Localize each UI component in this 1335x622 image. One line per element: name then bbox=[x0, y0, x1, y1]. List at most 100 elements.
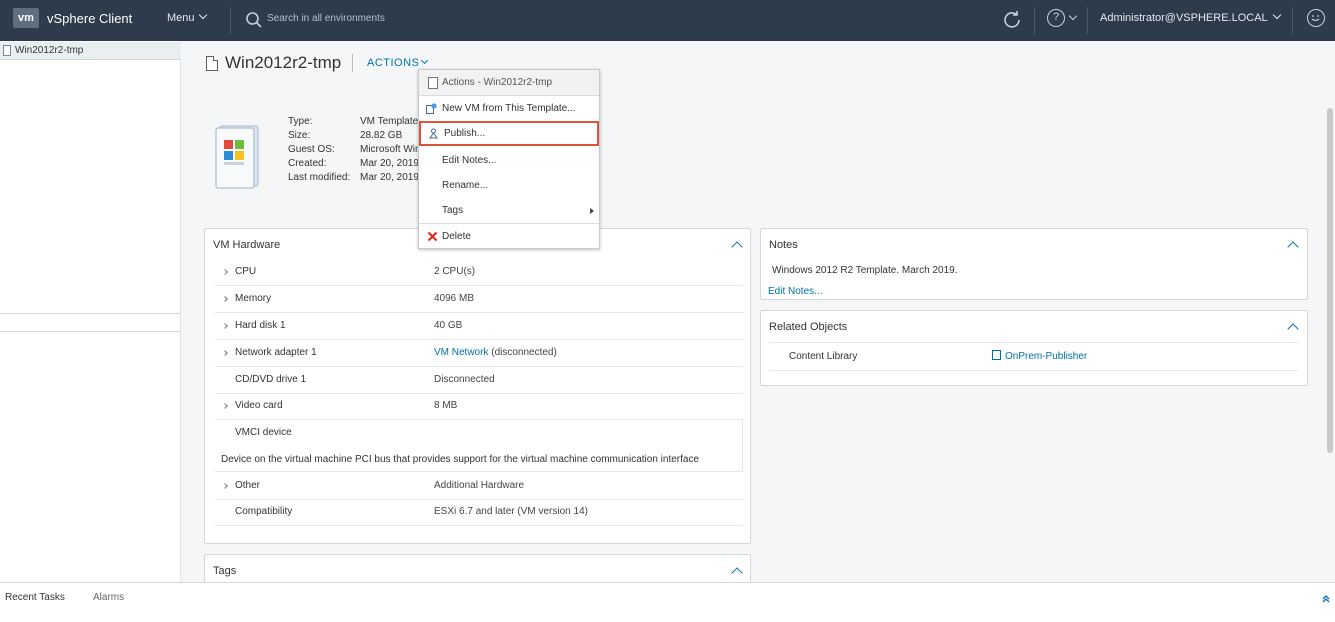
delete-x-icon bbox=[427, 231, 438, 242]
expand-up-icon[interactable] bbox=[1322, 595, 1330, 603]
user-name: Administrator@VSPHERE.LOCAL bbox=[1100, 12, 1268, 24]
app-title[interactable]: vSphere Client bbox=[47, 11, 132, 26]
hardware-row[interactable]: Network adapter 1 VM Network (disconnecte… bbox=[215, 340, 743, 367]
submenu-arrow-icon bbox=[590, 208, 594, 214]
vmci-description: Device on the virtual machine PCI bus th… bbox=[221, 454, 700, 465]
hardware-row[interactable]: Memory 4096 MB bbox=[215, 286, 743, 313]
panel-title: Tags bbox=[213, 565, 237, 577]
summary-label: Created: bbox=[288, 158, 327, 169]
search-input[interactable]: Search in all environments bbox=[267, 13, 385, 24]
header-divider bbox=[1087, 7, 1088, 34]
related-objects-panel: Related Objects Content Library OnPrem-P… bbox=[760, 310, 1308, 386]
help-icon[interactable]: ? bbox=[1047, 9, 1065, 27]
menu-item-label: Edit Notes... bbox=[442, 155, 497, 166]
summary-label: Size: bbox=[288, 130, 311, 141]
menu-item-rename[interactable]: Rename... bbox=[419, 173, 599, 198]
nav-item-template[interactable]: Win2012r2-tmp bbox=[0, 42, 181, 59]
vm-logo: vm bbox=[13, 8, 39, 28]
header-divider bbox=[230, 7, 231, 34]
nav-item-label: Win2012r2-tmp bbox=[15, 45, 84, 56]
actions-label: ACTIONS bbox=[367, 57, 420, 69]
hardware-row[interactable]: Hard disk 1 40 GB bbox=[215, 313, 743, 340]
actions-dropdown-menu: Actions - Win2012r2-tmp New VM from This… bbox=[418, 69, 600, 249]
menu-button[interactable]: Menu bbox=[167, 10, 207, 24]
user-menu[interactable]: Administrator@VSPHERE.LOCAL bbox=[1100, 10, 1281, 24]
inventory-navigator: Win2012r2-tmp bbox=[0, 41, 181, 582]
menu-label: Menu bbox=[167, 12, 195, 24]
menu-item-label: Publish... bbox=[444, 128, 486, 139]
hardware-row: Compatibility ESXi 6.7 and later (VM vers… bbox=[215, 499, 743, 526]
summary-value: Mar 20, 2019 bbox=[360, 158, 419, 169]
chevron-up-icon[interactable] bbox=[1287, 241, 1299, 253]
template-icon bbox=[428, 77, 438, 89]
panel-title: Notes bbox=[769, 239, 798, 251]
content-library-name: OnPrem-Publisher bbox=[1005, 351, 1088, 362]
chevron-right-icon[interactable] bbox=[222, 483, 228, 489]
feedback-smiley-icon[interactable] bbox=[1307, 9, 1325, 27]
hardware-row[interactable]: CPU 2 CPU(s) bbox=[215, 259, 743, 286]
new-vm-icon bbox=[426, 103, 437, 114]
refresh-icon[interactable] bbox=[1002, 9, 1022, 29]
summary-label: Type: bbox=[288, 116, 313, 127]
title-divider bbox=[352, 54, 353, 72]
edit-notes-link[interactable]: Edit Notes... bbox=[768, 286, 822, 297]
related-object-label: Content Library bbox=[789, 351, 858, 362]
hardware-row: CD/DVD drive 1 Disconnected bbox=[215, 367, 743, 394]
vm-hardware-panel: VM Hardware CPU 2 CPU(s) Memory 4096 MB Ha… bbox=[204, 228, 751, 544]
actions-menu-title: Actions - Win2012r2-tmp bbox=[442, 77, 553, 88]
menu-item-label: New VM from This Template... bbox=[442, 103, 576, 114]
search-icon[interactable] bbox=[245, 11, 263, 29]
summary-label: Guest OS: bbox=[288, 144, 335, 155]
tab-recent-tasks[interactable]: Recent Tasks bbox=[5, 592, 65, 603]
vm-template-icon bbox=[215, 125, 259, 189]
hardware-row[interactable]: Other Additional Hardware bbox=[215, 473, 743, 500]
content-library-icon bbox=[992, 350, 1001, 360]
summary-label: Last modified: bbox=[288, 172, 351, 183]
chevron-up-icon[interactable] bbox=[1287, 323, 1299, 335]
content-library-link[interactable]: OnPrem-Publisher bbox=[992, 343, 1087, 371]
menu-item-edit-notes[interactable]: Edit Notes... bbox=[419, 148, 599, 173]
actions-button[interactable]: ACTIONS bbox=[367, 56, 429, 69]
menu-item-new-vm-from-template[interactable]: New VM from This Template... bbox=[419, 96, 599, 121]
template-icon bbox=[3, 45, 11, 56]
vm-network-link[interactable]: VM Network bbox=[434, 347, 488, 358]
chevron-down-icon bbox=[421, 56, 429, 65]
chevron-up-icon[interactable] bbox=[731, 567, 743, 579]
notes-panel: Notes Windows 2012 R2 Template. March 20… bbox=[760, 228, 1308, 300]
tab-alarms[interactable]: Alarms bbox=[93, 592, 124, 603]
menu-item-delete[interactable]: Delete bbox=[419, 224, 599, 249]
chevron-right-icon[interactable] bbox=[222, 269, 228, 275]
network-status: (disconnected) bbox=[491, 347, 557, 358]
menu-item-label: Tags bbox=[442, 205, 464, 216]
chevron-right-icon[interactable] bbox=[222, 403, 228, 409]
hardware-row[interactable]: Video card 8 MB bbox=[215, 393, 743, 420]
related-object-row: Content Library OnPrem-Publisher bbox=[769, 342, 1298, 371]
chevron-down-icon bbox=[1272, 10, 1281, 20]
notes-text: Windows 2012 R2 Template. March 2019. bbox=[772, 265, 958, 276]
scrollbar[interactable] bbox=[1327, 108, 1333, 453]
divider bbox=[0, 313, 181, 314]
menu-item-publish[interactable]: Publish... bbox=[419, 121, 599, 146]
header-divider bbox=[1034, 7, 1035, 34]
panel-title: Related Objects bbox=[769, 321, 848, 333]
header-divider bbox=[1292, 7, 1293, 34]
page-title: Win2012r2-tmp bbox=[225, 53, 342, 72]
chevron-down-icon[interactable] bbox=[1068, 11, 1078, 21]
panel-title: VM Hardware bbox=[213, 239, 281, 251]
bottom-tasks-bar: Recent Tasks Alarms bbox=[0, 582, 1335, 622]
divider bbox=[0, 331, 181, 332]
summary-value: VM Template bbox=[360, 116, 419, 127]
chevron-up-icon[interactable] bbox=[731, 241, 743, 253]
top-header: vm vSphere Client Menu Search in all env… bbox=[0, 0, 1335, 41]
chevron-right-icon[interactable] bbox=[222, 323, 228, 329]
chevron-right-icon[interactable] bbox=[222, 350, 228, 356]
menu-item-tags[interactable]: Tags bbox=[419, 198, 599, 223]
hardware-row: VMCI device Device on the virtual machine… bbox=[215, 420, 743, 472]
template-icon bbox=[206, 56, 218, 71]
chevron-right-icon[interactable] bbox=[222, 296, 228, 302]
actions-menu-header: Actions - Win2012r2-tmp bbox=[419, 70, 599, 96]
divider bbox=[0, 59, 181, 60]
menu-item-label: Delete bbox=[442, 231, 471, 242]
summary-value: Mar 20, 2019 bbox=[360, 172, 419, 183]
menu-item-label: Rename... bbox=[442, 180, 489, 191]
